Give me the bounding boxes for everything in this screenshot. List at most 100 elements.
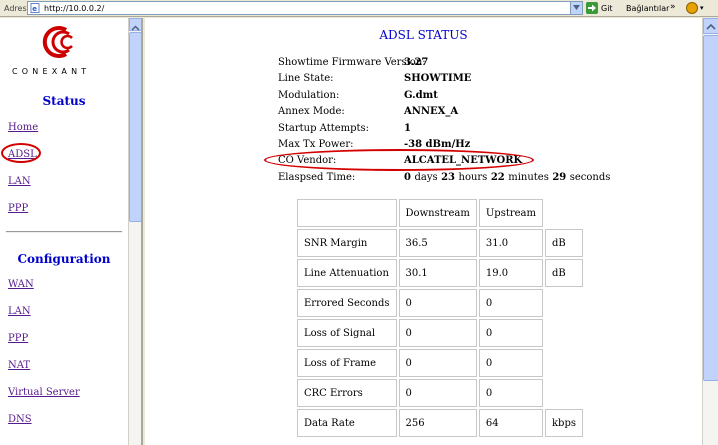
- unit-cell: dB: [545, 229, 583, 257]
- header-cell: [297, 199, 397, 227]
- table-row: Loss of Signal 0 0: [297, 319, 583, 347]
- downstream-value: 30.1: [398, 259, 477, 287]
- header-cell: [545, 199, 583, 227]
- table-row: Errored Seconds 0 0: [297, 289, 583, 317]
- address-dropdown-button[interactable]: [570, 2, 582, 14]
- table-row: SNR Margin 36.5 31.0 dB: [297, 229, 583, 257]
- navigation-frame: CONEXANT Status Home ADSL LAN PPP Config…: [0, 18, 143, 445]
- upstream-value: 19.0: [478, 259, 543, 287]
- globe-icon: [686, 2, 698, 14]
- status-label: Startup Attempts:: [278, 122, 370, 134]
- elapsed-time-value: 0 days 23 hours 22 minutes 29 seconds: [404, 172, 610, 183]
- content-frame: ADSL STATUS Showtime Firmware Version: 3…: [145, 18, 702, 445]
- svg-text:e: e: [32, 5, 37, 13]
- conexant-wordmark: CONEXANT: [12, 67, 91, 76]
- nav-link-ppp-status[interactable]: PPP: [8, 203, 28, 214]
- downstream-value: 36.5: [398, 229, 477, 257]
- scroll-up-button[interactable]: [703, 18, 718, 34]
- status-label: Elaspsed Time:: [278, 171, 356, 183]
- upstream-value: 0: [478, 379, 543, 407]
- table-header-row: Downstream Upstream: [297, 199, 583, 227]
- links-button[interactable]: Bağlantılar: [626, 4, 669, 13]
- address-url: http://10.0.0.2/: [44, 4, 105, 13]
- upstream-value: 64: [478, 409, 543, 437]
- red-highlight-circle: [1, 143, 41, 163]
- elapsed-minutes-unit: minutes: [508, 171, 549, 183]
- elapsed-seconds-unit: seconds: [569, 171, 611, 183]
- status-value: SHOWTIME: [404, 73, 472, 85]
- table-row: Line Attenuation 30.1 19.0 dB: [297, 259, 583, 287]
- status-value: 3.27: [404, 57, 429, 68]
- nav-link-lan-status[interactable]: LAN: [8, 176, 31, 187]
- go-label: Git: [601, 4, 613, 13]
- status-value: ANNEX_A: [404, 106, 459, 118]
- red-highlight-circle: [264, 149, 534, 171]
- address-label: Adres: [4, 4, 27, 13]
- header-cell: Downstream: [398, 199, 477, 227]
- nav-link-wan[interactable]: WAN: [8, 279, 34, 290]
- downstream-value: 256: [398, 409, 477, 437]
- address-bar: Adres e http://10.0.0.2/ Git Bağlantılar…: [0, 0, 718, 17]
- conexant-logo-icon: [42, 26, 73, 58]
- downstream-value: 0: [398, 289, 477, 317]
- downstream-value: 0: [398, 319, 477, 347]
- links-chevron-icon[interactable]: »: [670, 2, 676, 12]
- upstream-value: 0: [478, 319, 543, 347]
- nav-link-lan-config[interactable]: LAN: [8, 306, 31, 317]
- nav-link-dns[interactable]: DNS: [8, 414, 32, 425]
- chevron-up-icon: [706, 23, 716, 30]
- nav-link-nat[interactable]: NAT: [8, 360, 30, 371]
- row-name: CRC Errors: [297, 379, 397, 407]
- line-statistics-table: Downstream Upstream SNR Margin 36.5 31.0…: [295, 197, 585, 439]
- status-label: Line State:: [278, 73, 334, 85]
- nav-link-ppp-config[interactable]: PPP: [8, 333, 28, 344]
- status-value: 1: [404, 122, 411, 134]
- configuration-section-title: Configuration: [17, 252, 111, 266]
- elapsed-hours: 23: [441, 171, 456, 183]
- unit-cell: [545, 319, 583, 347]
- chevron-down-icon: ▾: [700, 4, 704, 12]
- scroll-up-button[interactable]: [129, 18, 141, 31]
- go-button[interactable]: Git: [586, 2, 620, 15]
- unit-cell: [545, 349, 583, 377]
- toolbar-globe-button[interactable]: ▾: [686, 2, 708, 15]
- elapsed-days-unit: days: [414, 171, 438, 183]
- table-row: CRC Errors 0 0: [297, 379, 583, 407]
- unit-cell: dB: [545, 259, 583, 287]
- row-name: Data Rate: [297, 409, 397, 437]
- downstream-value: 0: [398, 379, 477, 407]
- row-name: SNR Margin: [297, 229, 397, 257]
- nav-link-home[interactable]: Home: [8, 122, 38, 133]
- table-row: Loss of Frame 0 0: [297, 349, 583, 377]
- nav-scrollbar[interactable]: [128, 18, 141, 445]
- upstream-value: 0: [478, 349, 543, 377]
- content-scrollbar[interactable]: [702, 18, 718, 445]
- elapsed-seconds: 29: [552, 171, 567, 183]
- status-section-title: Status: [42, 94, 86, 108]
- unit-cell: [545, 379, 583, 407]
- address-input[interactable]: e http://10.0.0.2/: [27, 1, 583, 15]
- nav-divider: [6, 231, 122, 233]
- page-title: ADSL STATUS: [379, 28, 468, 42]
- upstream-value: 31.0: [478, 229, 543, 257]
- row-name: Errored Seconds: [297, 289, 397, 317]
- conexant-logo: CONEXANT: [8, 24, 126, 78]
- elapsed-days: 0: [404, 171, 411, 183]
- row-name: Loss of Signal: [297, 319, 397, 347]
- unit-cell: [545, 289, 583, 317]
- elapsed-minutes: 22: [490, 171, 505, 183]
- scroll-thumb[interactable]: [703, 35, 718, 381]
- nav-link-virtual-server[interactable]: Virtual Server: [8, 387, 80, 398]
- row-name: Loss of Frame: [297, 349, 397, 377]
- ie-page-icon: e: [30, 3, 40, 13]
- elapsed-hours-unit: hours: [458, 171, 488, 183]
- row-name: Line Attenuation: [297, 259, 397, 287]
- downstream-value: 0: [398, 349, 477, 377]
- status-label: Modulation:: [278, 89, 340, 101]
- chevron-down-icon: [573, 5, 580, 10]
- status-label: Max Tx Power:: [278, 138, 354, 150]
- scroll-thumb[interactable]: [129, 32, 141, 222]
- status-label: Annex Mode:: [278, 106, 345, 118]
- table-row: Data Rate 256 64 kbps: [297, 409, 583, 437]
- upstream-value: 0: [478, 289, 543, 317]
